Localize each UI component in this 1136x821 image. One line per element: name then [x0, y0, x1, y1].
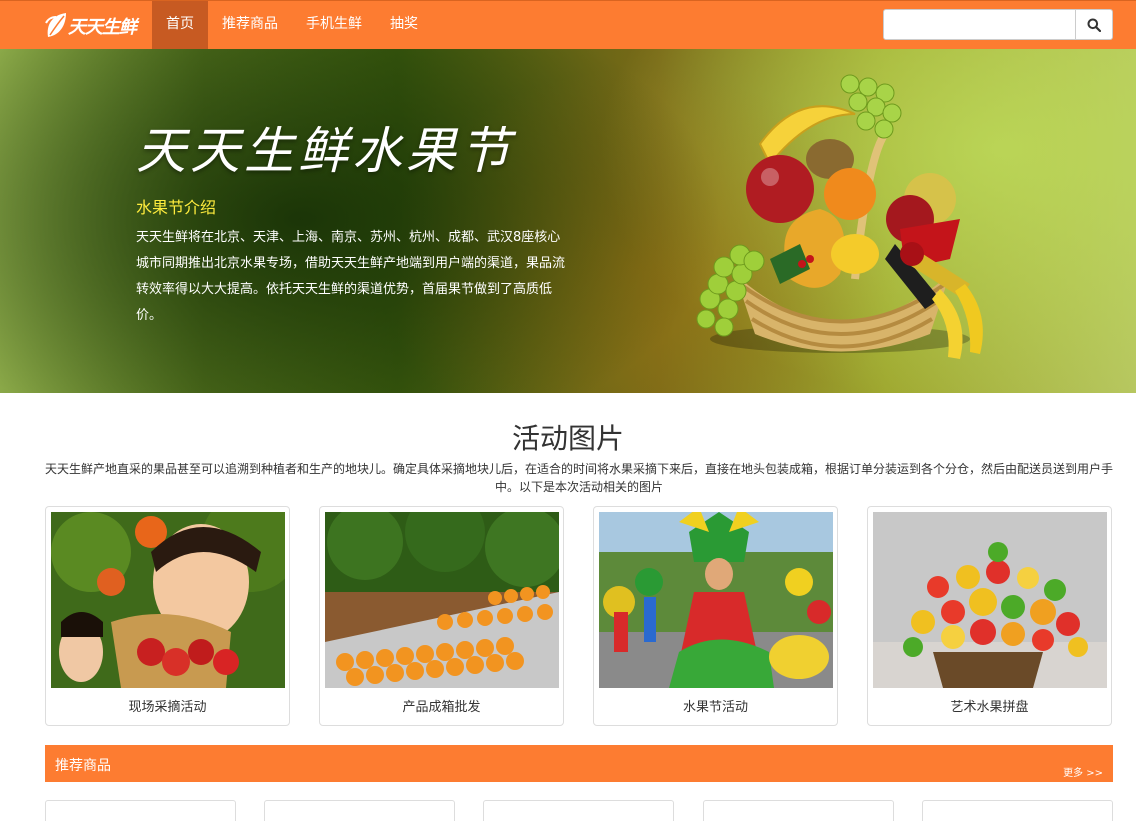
hero-banner[interactable]: 天天生鲜水果节 水果节介绍 天天生鲜将在北京、天津、上海、南京、苏州、杭州、成都… — [0, 49, 1136, 393]
product-card[interactable] — [45, 800, 236, 821]
festival-parade-photo — [599, 512, 833, 688]
search-icon — [1087, 18, 1101, 32]
brand-logo[interactable]: 天天生鲜 — [44, 7, 140, 45]
product-card[interactable] — [703, 800, 894, 821]
card-caption: 艺术水果拼盘 — [950, 700, 1029, 715]
activity-description: 天天生鲜产地直采的果品甚至可以追溯到种植者和生产的地块儿。确定具体采摘地块儿后，… — [44, 462, 1113, 494]
activity-title: 活动图片 — [511, 422, 624, 455]
fruit-basket-image — [696, 74, 983, 359]
search-button[interactable] — [1076, 9, 1113, 40]
product-card[interactable] — [264, 800, 455, 821]
activity-gallery: 现场采摘活动 产品成箱批发 水果节活动 艺术水果拼盘 — [45, 506, 1113, 726]
activity-card-picking[interactable]: 现场采摘活动 — [45, 506, 290, 726]
recommend-title: 推荐商品 — [55, 758, 111, 774]
card-caption: 产品成箱批发 — [402, 700, 481, 715]
product-list — [45, 800, 1113, 821]
search-box — [883, 9, 1113, 40]
hero-title: 天天生鲜水果节 — [136, 122, 514, 180]
nav-item-mobile-fresh[interactable]: 手机生鲜 — [292, 1, 376, 49]
nav-item-recommended[interactable]: 推荐商品 — [208, 1, 292, 49]
product-card[interactable] — [483, 800, 674, 821]
card-caption: 水果节活动 — [682, 700, 748, 715]
hero-description: 天天生鲜将在北京、天津、上海、南京、苏州、杭州、成都、武汉8座核心城市同期推出北… — [136, 230, 566, 323]
nav-item-lottery[interactable]: 抽奖 — [376, 1, 432, 49]
orange-crates-photo — [325, 512, 559, 688]
leaf-logo-icon — [45, 13, 66, 37]
card-caption: 现场采摘活动 — [128, 700, 207, 715]
search-input[interactable] — [883, 9, 1076, 40]
activity-card-festival[interactable]: 水果节活动 — [593, 506, 838, 726]
activity-card-wholesale[interactable]: 产品成箱批发 — [319, 506, 564, 726]
recommend-header: 推荐商品 更多 >> — [45, 745, 1113, 782]
picking-photo — [51, 512, 285, 688]
product-card[interactable] — [922, 800, 1113, 821]
recommend-more-link[interactable]: 更多 >> — [1063, 764, 1103, 779]
hero-subtitle: 水果节介绍 — [136, 198, 217, 217]
fruit-platter-photo — [873, 512, 1107, 688]
activity-card-fruit-art[interactable]: 艺术水果拼盘 — [867, 506, 1112, 726]
brand-name: 天天生鲜 — [68, 17, 137, 38]
nav-item-home[interactable]: 首页 — [152, 1, 208, 49]
main-nav: 首页 推荐商品 手机生鲜 抽奖 — [152, 1, 432, 49]
top-navbar: 天天生鲜 首页 推荐商品 手机生鲜 抽奖 — [0, 0, 1136, 49]
